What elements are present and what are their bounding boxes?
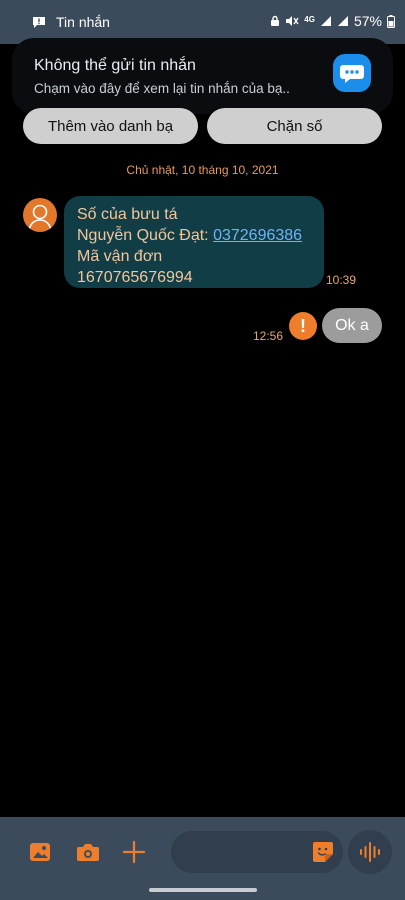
- person-icon: [28, 204, 52, 231]
- battery-percent: 57%: [353, 13, 382, 29]
- message-text: Nguyễn Quốc Đạt:: [77, 227, 214, 244]
- incoming-timestamp: 10:39: [326, 273, 357, 287]
- signal-icon: [320, 16, 331, 26]
- battery-icon: [387, 14, 395, 28]
- date-separator: Chủ nhật, 10 tháng 10, 2021: [126, 163, 279, 177]
- outgoing-message-bubble[interactable]: Ok a: [322, 308, 382, 343]
- plus-icon[interactable]: [121, 839, 147, 865]
- network-type-label: 4G: [304, 14, 315, 24]
- messages-app-icon: [333, 54, 371, 92]
- message-line: Số của bưu tá: [77, 206, 178, 223]
- sticker-icon[interactable]: [311, 840, 335, 864]
- gallery-icon[interactable]: [27, 839, 53, 865]
- incoming-message-bubble[interactable]: Số của bưu tá Nguyễn Quốc Đạt: 037269638…: [64, 196, 324, 288]
- message-input[interactable]: [171, 831, 343, 873]
- message-line: 1670765676994: [77, 269, 193, 286]
- outgoing-timestamp: 12:56: [253, 329, 284, 343]
- lock-icon: [271, 15, 280, 26]
- navigation-handle[interactable]: [149, 888, 257, 892]
- notification-title: Không thể gửi tin nhắn: [34, 57, 196, 74]
- status-right: 4G 57%: [270, 13, 395, 29]
- message-line: Mã vận đơn: [77, 248, 163, 265]
- status-app-label: Tin nhắn: [56, 14, 110, 30]
- contact-avatar[interactable]: [23, 198, 57, 232]
- mute-icon: [286, 16, 299, 26]
- status-left: Tin nhắn: [32, 14, 110, 30]
- add-to-contacts-button[interactable]: Thêm vào danh bạ: [23, 108, 198, 144]
- failed-message-notification[interactable]: Không thể gửi tin nhắn Chạm vào đây để x…: [12, 38, 393, 114]
- voice-icon[interactable]: [348, 830, 392, 874]
- send-failed-icon[interactable]: !: [289, 312, 317, 340]
- block-number-button[interactable]: Chặn số: [207, 108, 382, 144]
- signal-icon-2: [337, 16, 348, 26]
- notification-body: Chạm vào đây để xem lại tin nhắn của bạ.…: [34, 81, 290, 96]
- camera-icon[interactable]: [75, 839, 101, 865]
- phone-number-link[interactable]: 0372696386: [213, 227, 302, 244]
- message-line: Nguyễn Quốc Đạt: 0372696386: [77, 225, 311, 246]
- message-app-icon: [33, 16, 45, 28]
